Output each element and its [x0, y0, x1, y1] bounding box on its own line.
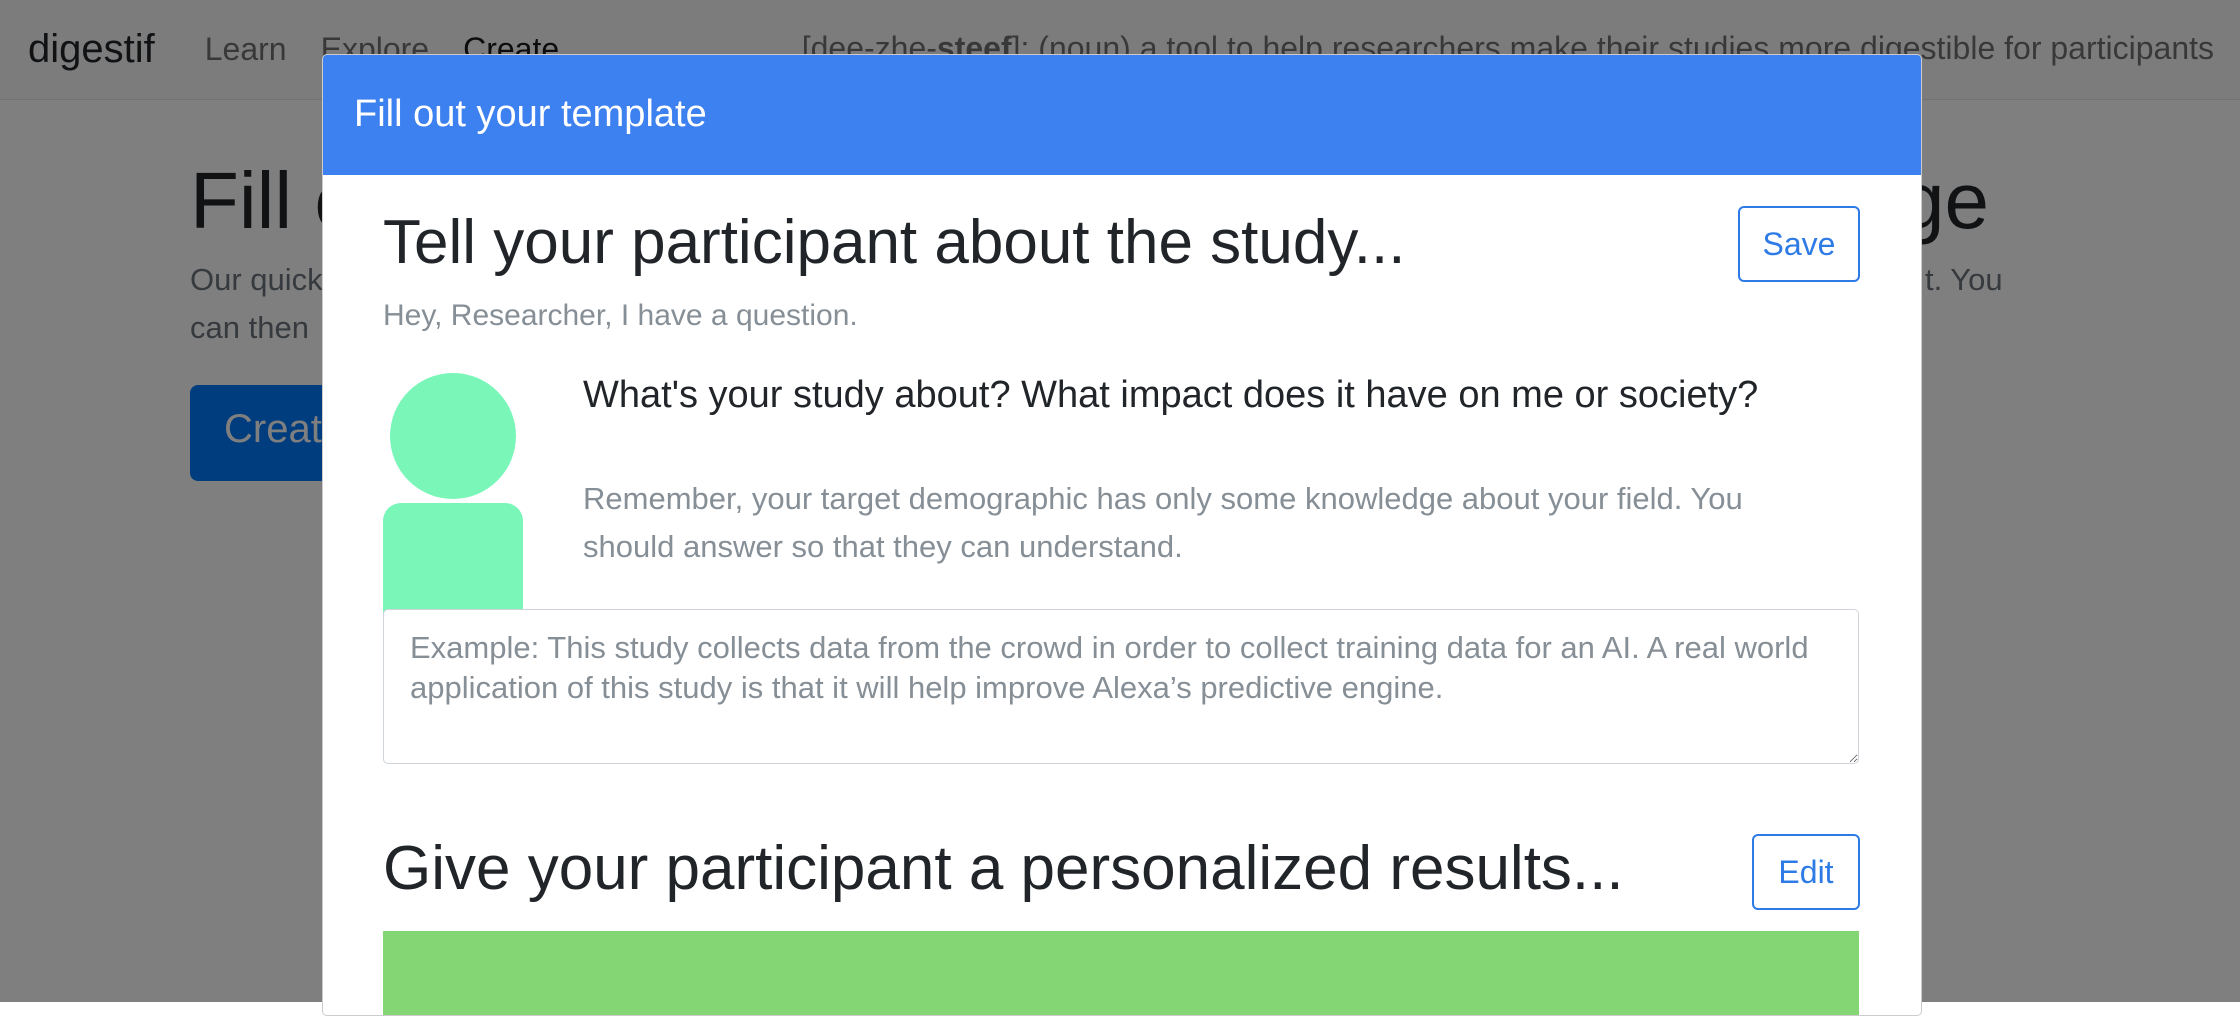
study-answer-textarea[interactable]: [383, 609, 1859, 764]
results-preview-banner: [383, 931, 1859, 1015]
section-title-study: Tell your participant about the study...: [383, 208, 1406, 277]
template-modal: Fill out your template Tell your partici…: [322, 54, 1922, 1016]
participant-question: What's your study about? What impact doe…: [583, 374, 1759, 416]
save-button[interactable]: Save: [1738, 206, 1860, 282]
participant-avatar-head: [390, 373, 516, 499]
modal-header: Fill out your template: [323, 55, 1921, 175]
section-title-results: Give your participant a personalized res…: [383, 834, 1624, 903]
section-subtitle: Hey, Researcher, I have a question.: [383, 299, 858, 332]
edit-button[interactable]: Edit: [1752, 834, 1860, 910]
question-hint: Remember, your target demographic has on…: [583, 481, 1743, 564]
